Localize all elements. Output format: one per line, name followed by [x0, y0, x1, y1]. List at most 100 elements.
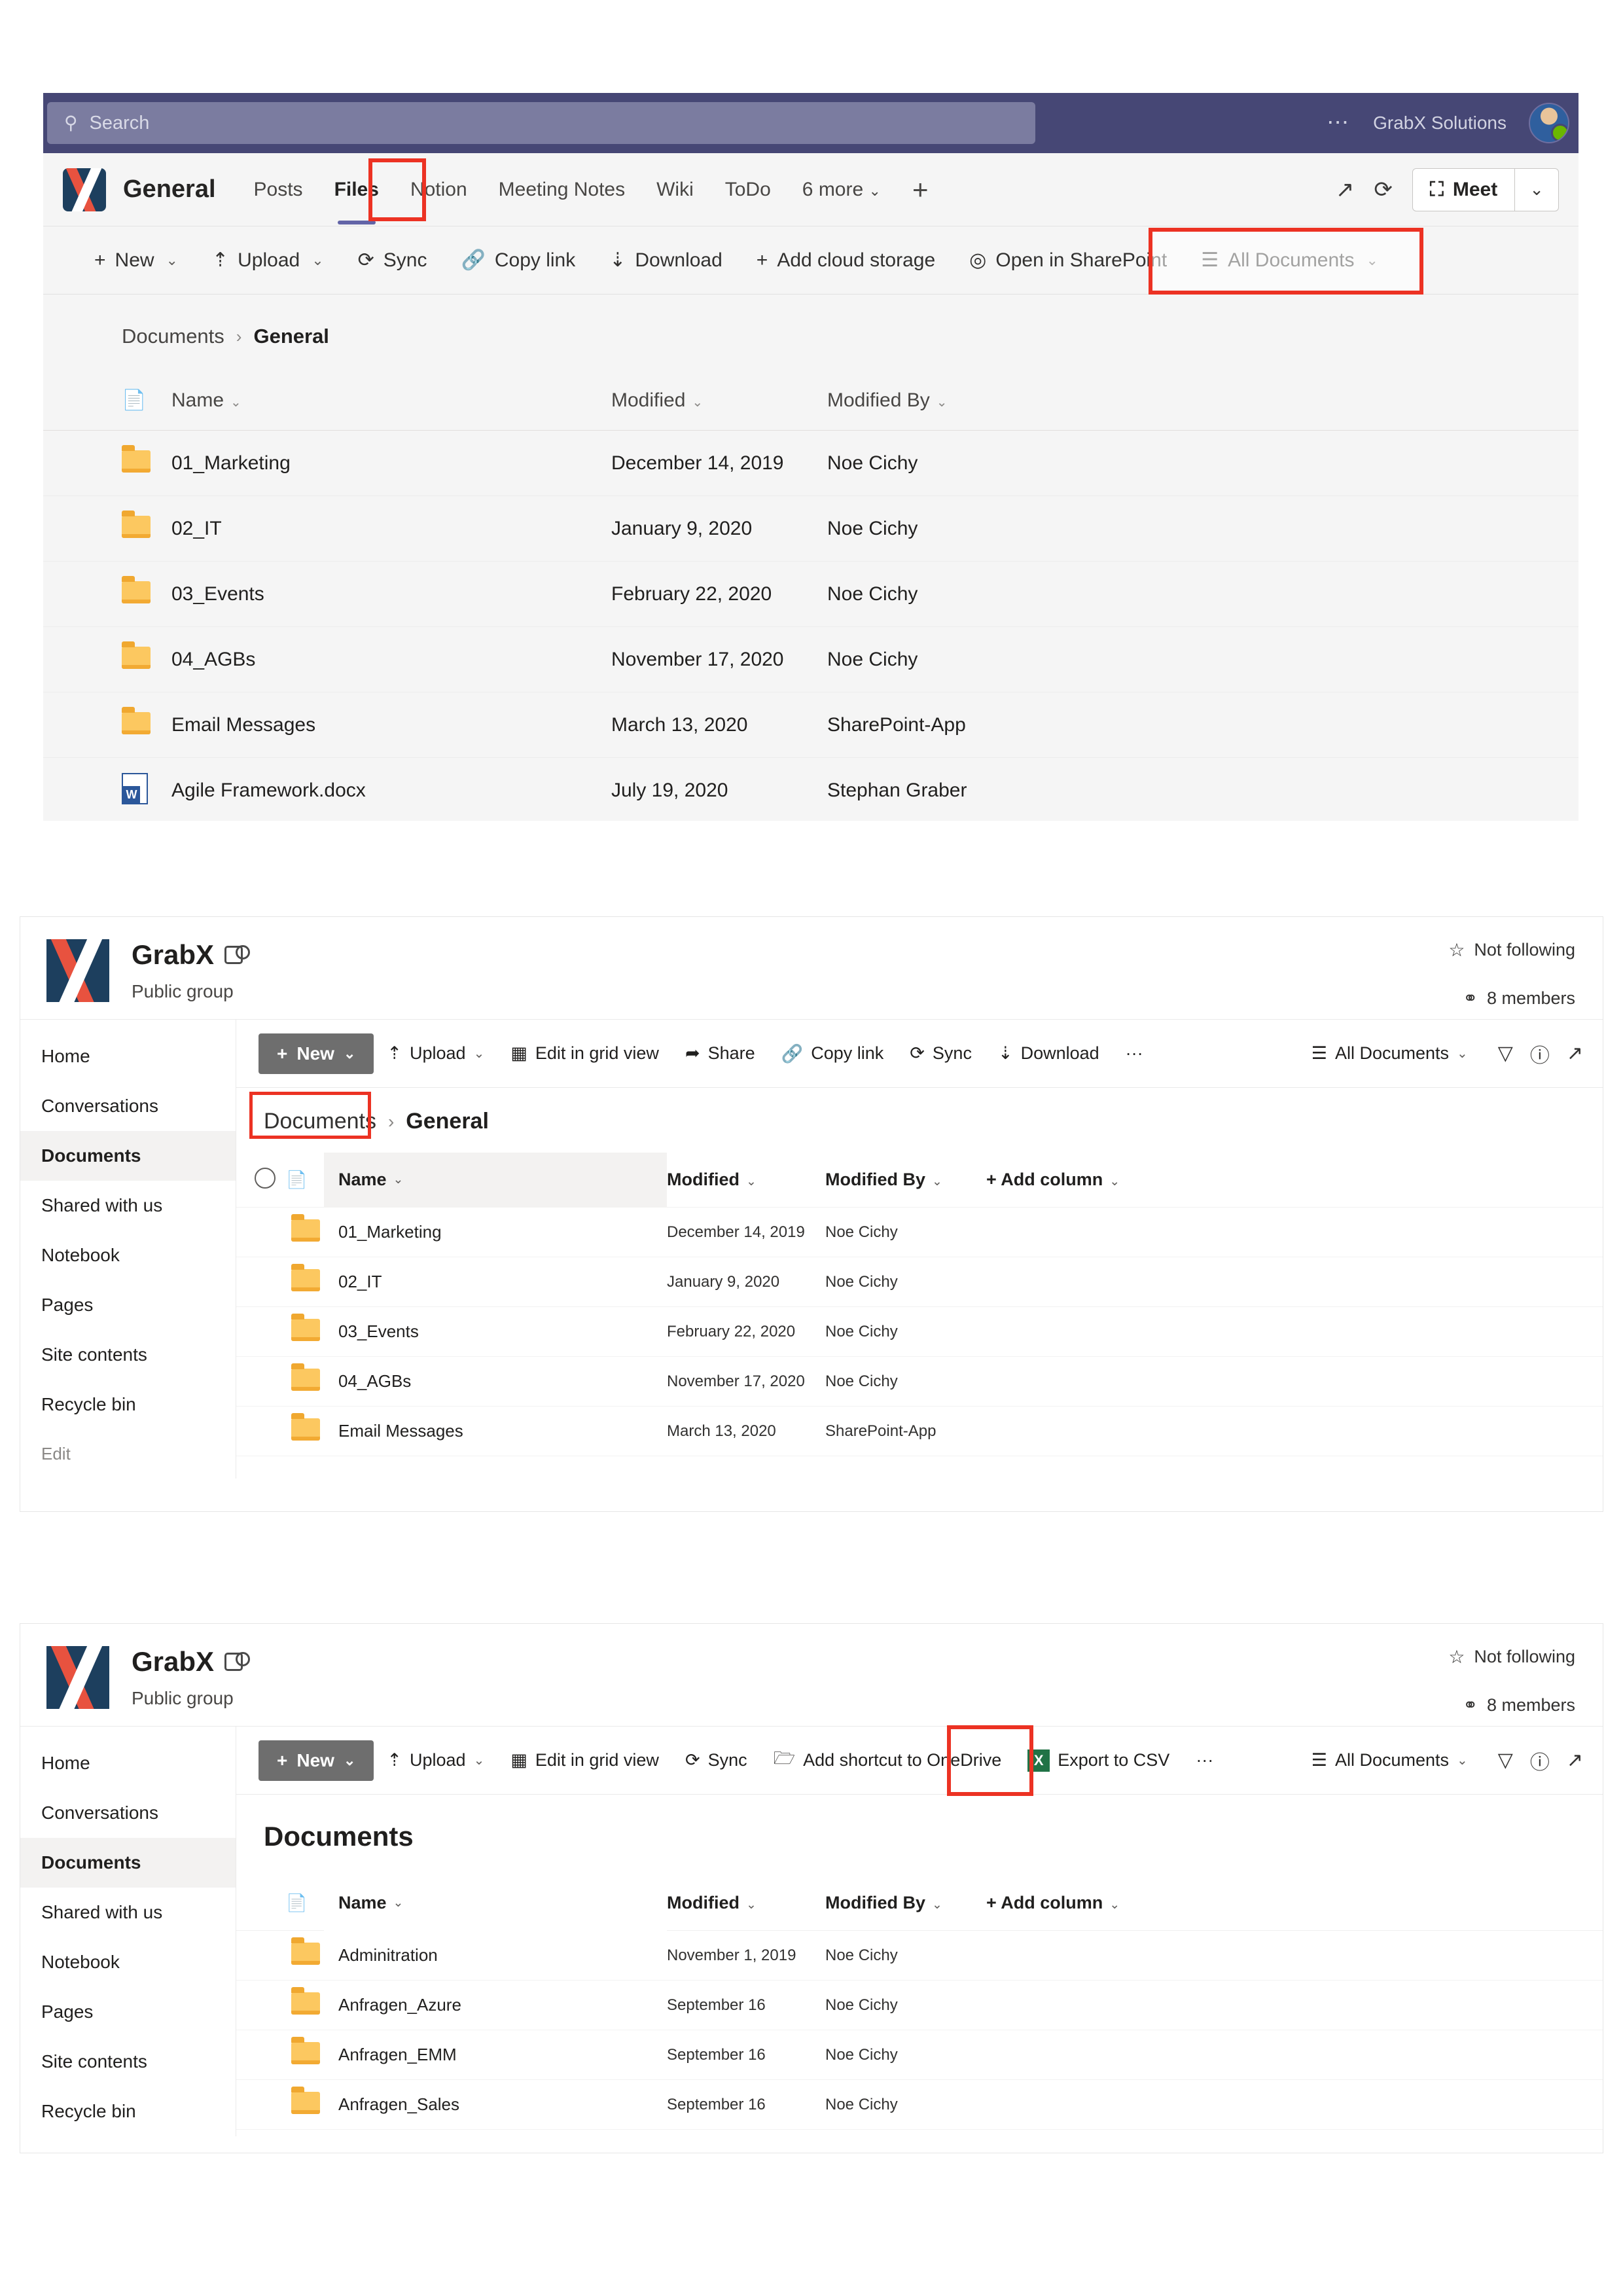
export-to-csv-button[interactable]: XExport to CSV: [1014, 1742, 1183, 1780]
meet-button[interactable]: ⛶ Meet ⌄: [1412, 168, 1559, 211]
add-cloud-storage-button[interactable]: +Add cloud storage: [740, 240, 952, 281]
more-commands-button[interactable]: ···: [1113, 1035, 1156, 1071]
column-modified-by[interactable]: Modified By⌄: [827, 389, 948, 412]
sidebar-item-conversations[interactable]: Conversations: [20, 1081, 236, 1131]
sidebar-item-pages[interactable]: Pages: [20, 1280, 236, 1330]
upload-button[interactable]: ⇡Upload⌄: [195, 240, 341, 281]
sidebar-item-shared-with-us[interactable]: Shared with us: [20, 1181, 236, 1230]
more-commands-button[interactable]: ···: [1183, 1742, 1226, 1778]
table-row[interactable]: 04_AGBs November 17, 2020 Noe Cichy: [236, 1357, 1603, 1407]
row-name[interactable]: Anfragen_Azure: [324, 1995, 667, 2015]
sync-button[interactable]: ⟳Sync: [672, 1742, 760, 1778]
ellipsis-icon[interactable]: ⋯: [1327, 118, 1351, 128]
column-name[interactable]: Name⌄: [324, 1876, 667, 1931]
share-button[interactable]: ➦Share: [672, 1035, 768, 1071]
expand-icon[interactable]: ↗: [1567, 1042, 1583, 1065]
row-name[interactable]: 03_Events: [324, 1321, 667, 1342]
tab-posts[interactable]: Posts: [238, 172, 319, 207]
select-all-checkbox[interactable]: [236, 1168, 286, 1192]
sync-button[interactable]: ⟳Sync: [897, 1035, 985, 1071]
sync-button[interactable]: ⟳Sync: [341, 240, 444, 281]
tab-more[interactable]: 6 more ⌄: [787, 172, 897, 207]
edit-in-grid-view-button[interactable]: ▦Edit in grid view: [497, 1035, 672, 1071]
row-name[interactable]: 02_IT: [324, 1272, 667, 1292]
column-modified[interactable]: Modified⌄: [611, 389, 827, 412]
row-name[interactable]: 01_Marketing: [171, 452, 611, 475]
members-button[interactable]: ⚭8 members: [1448, 1695, 1575, 1715]
column-modified-by[interactable]: Modified By⌄: [825, 1170, 986, 1190]
new-button[interactable]: +New⌄: [259, 1740, 374, 1781]
info-icon[interactable]: ⓘ: [1530, 1746, 1550, 1775]
row-name[interactable]: Adminitration: [324, 1945, 667, 1965]
refresh-icon[interactable]: ⟳: [1374, 177, 1393, 203]
row-name[interactable]: Email Messages: [324, 1421, 667, 1441]
sidebar-item-home[interactable]: Home: [20, 1031, 236, 1081]
search-input[interactable]: ⚲ Search: [47, 102, 1035, 144]
table-row[interactable]: 03_Events February 22, 2020 Noe Cichy: [236, 1307, 1603, 1357]
table-row[interactable]: 02_IT January 9, 2020 Noe Cichy: [43, 496, 1578, 562]
table-row[interactable]: 03_Events February 22, 2020 Noe Cichy: [43, 562, 1578, 627]
sidebar-item-recycle-bin[interactable]: Recycle bin: [20, 2087, 236, 2136]
new-button[interactable]: +New⌄: [259, 1033, 374, 1074]
row-name[interactable]: 02_IT: [171, 518, 611, 540]
row-name[interactable]: Anfragen_Sales: [324, 2094, 667, 2115]
row-name[interactable]: 04_AGBs: [171, 649, 611, 671]
add-column-button[interactable]: + Add column⌄: [986, 1893, 1120, 1913]
column-modified-by[interactable]: Modified By⌄: [825, 1893, 986, 1913]
row-name[interactable]: 03_Events: [171, 583, 611, 605]
info-icon[interactable]: ⓘ: [1530, 1039, 1550, 1068]
tab-wiki[interactable]: Wiki: [641, 172, 709, 207]
table-row[interactable]: Adminitration November 1, 2019 Noe Cichy: [236, 1931, 1603, 1981]
sidebar-item-site-contents[interactable]: Site contents: [20, 2037, 236, 2087]
sidebar-item-site-contents[interactable]: Site contents: [20, 1330, 236, 1380]
sidebar-item-recycle-bin[interactable]: Recycle bin: [20, 1380, 236, 1429]
sidebar-edit-link[interactable]: Edit: [20, 1429, 236, 1479]
table-row[interactable]: Email Messages March 13, 2020 SharePoint…: [236, 1407, 1603, 1456]
column-modified[interactable]: Modified⌄: [667, 1170, 825, 1190]
follow-button[interactable]: ☆Not following: [1448, 939, 1575, 961]
row-name[interactable]: Email Messages: [171, 714, 611, 736]
tab-meeting-notes[interactable]: Meeting Notes: [483, 172, 641, 207]
row-name[interactable]: Agile Framework.docx: [171, 780, 611, 802]
sidebar-item-conversations[interactable]: Conversations: [20, 1788, 236, 1838]
members-button[interactable]: ⚭8 members: [1448, 988, 1575, 1009]
table-row[interactable]: Email Messages March 13, 2020 SharePoint…: [43, 692, 1578, 758]
new-button[interactable]: +New⌄: [77, 240, 195, 281]
copy-link-button[interactable]: 🔗Copy link: [444, 240, 592, 281]
table-row[interactable]: Anfragen_Azure September 16 Noe Cichy: [236, 1981, 1603, 2030]
upload-button[interactable]: ⇡Upload⌄: [374, 1742, 497, 1778]
table-row[interactable]: Agile Framework.docx July 19, 2020 Steph…: [43, 758, 1578, 821]
all-documents-view-button[interactable]: ☰All Documents⌄: [1298, 1035, 1481, 1071]
popout-icon[interactable]: ↗: [1336, 177, 1355, 203]
meet-chevron-down-icon[interactable]: ⌄: [1515, 179, 1558, 200]
all-documents-view-button[interactable]: ☰All Documents⌄: [1298, 1742, 1481, 1778]
table-row[interactable]: 04_AGBs November 17, 2020 Noe Cichy: [43, 627, 1578, 692]
row-name[interactable]: 01_Marketing: [324, 1222, 667, 1242]
table-row[interactable]: 01_Marketing December 14, 2019 Noe Cichy: [43, 431, 1578, 496]
upload-button[interactable]: ⇡Upload⌄: [374, 1035, 497, 1071]
avatar[interactable]: [1529, 103, 1569, 143]
row-name[interactable]: 04_AGBs: [324, 1371, 667, 1391]
tab-todo[interactable]: ToDo: [709, 172, 787, 207]
edit-in-grid-view-button[interactable]: ▦Edit in grid view: [497, 1742, 672, 1778]
table-row[interactable]: Anfragen_Sales September 16 Noe Cichy: [236, 2080, 1603, 2130]
row-name[interactable]: Anfragen_EMM: [324, 2045, 667, 2065]
add-tab-button[interactable]: +: [912, 174, 929, 206]
column-name[interactable]: Name⌄: [171, 389, 611, 412]
sidebar-item-pages[interactable]: Pages: [20, 1987, 236, 2037]
breadcrumb-documents[interactable]: Documents: [122, 325, 224, 348]
column-name[interactable]: Name⌄: [324, 1153, 667, 1208]
follow-button[interactable]: ☆Not following: [1448, 1646, 1575, 1668]
download-button[interactable]: ⇣Download: [985, 1035, 1113, 1071]
filter-icon[interactable]: ▽: [1498, 1042, 1513, 1065]
table-row[interactable]: Anfragen_EMM September 16 Noe Cichy: [236, 2030, 1603, 2080]
sidebar-item-documents[interactable]: Documents: [20, 1838, 236, 1888]
table-row[interactable]: 01_Marketing December 14, 2019 Noe Cichy: [236, 1208, 1603, 1257]
sidebar-item-documents[interactable]: Documents: [20, 1131, 236, 1181]
sidebar-item-home[interactable]: Home: [20, 1738, 236, 1788]
filter-icon[interactable]: ▽: [1498, 1749, 1513, 1772]
sidebar-item-shared-with-us[interactable]: Shared with us: [20, 1888, 236, 1937]
download-button[interactable]: ⇣Download: [592, 240, 740, 281]
expand-icon[interactable]: ↗: [1567, 1749, 1583, 1772]
add-column-button[interactable]: + Add column⌄: [986, 1170, 1120, 1190]
